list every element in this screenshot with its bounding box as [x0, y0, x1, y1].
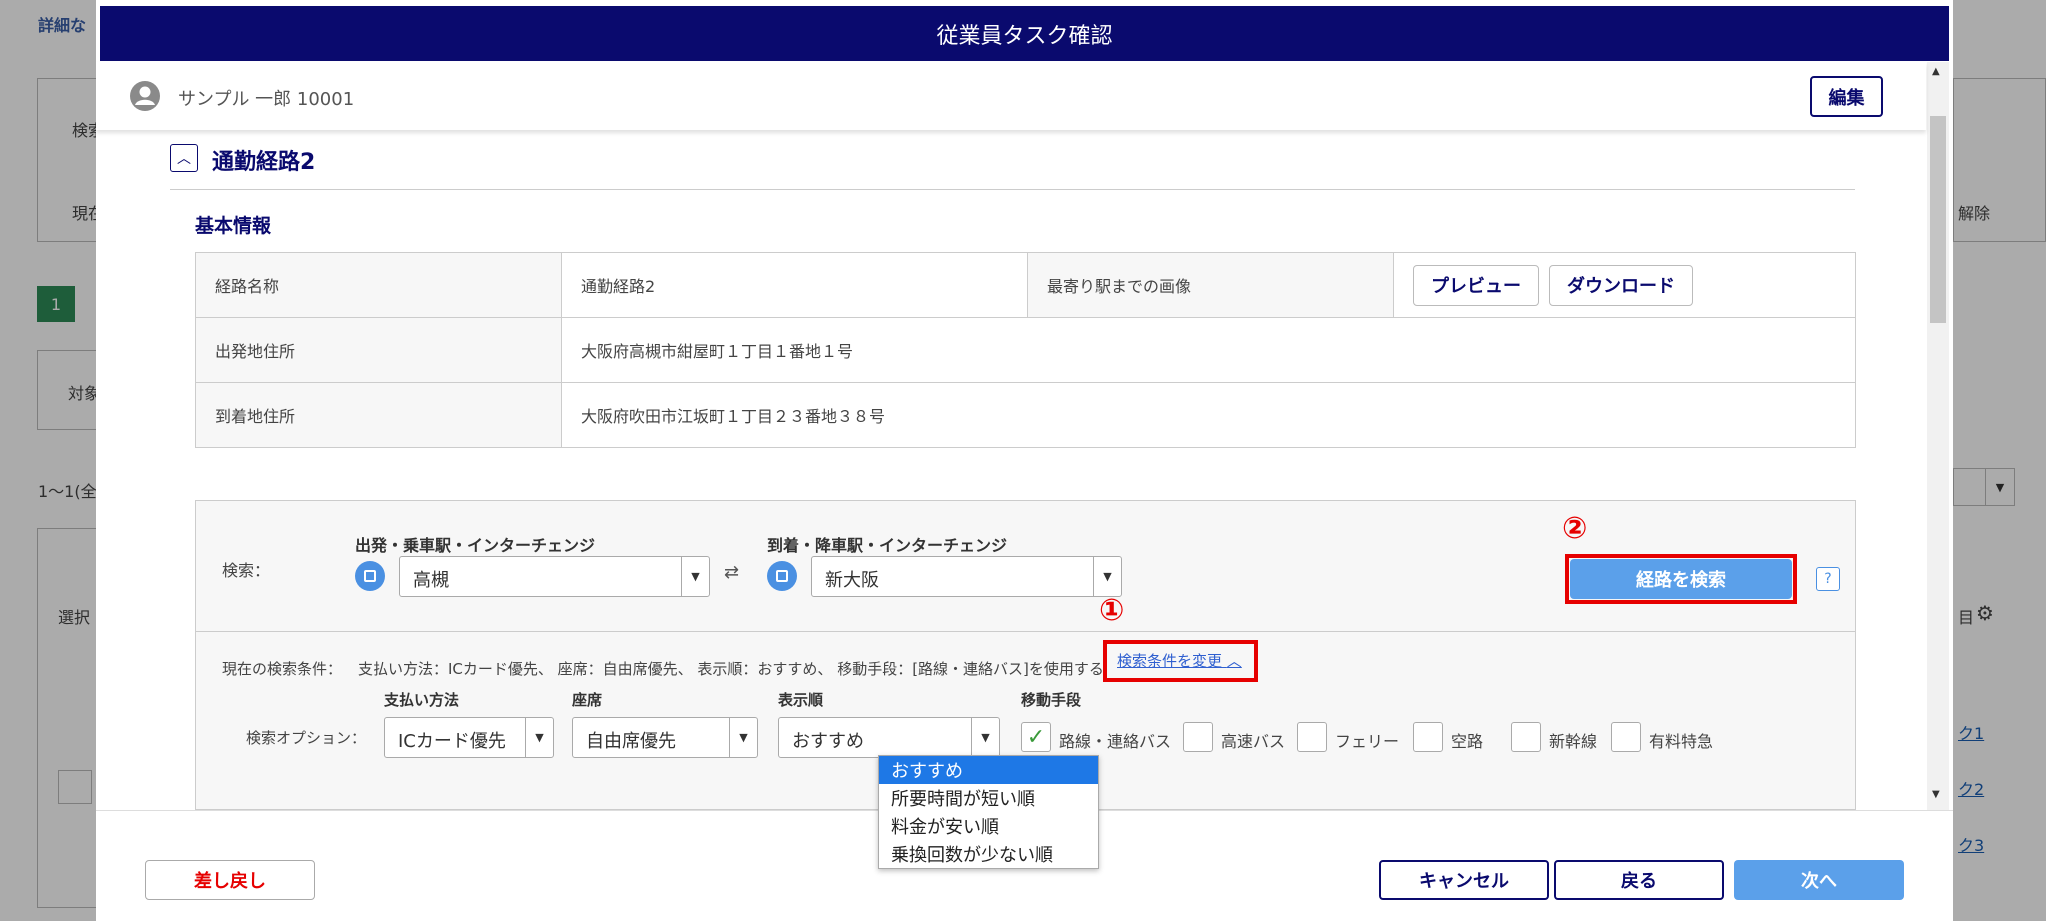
- arrival-value: 大阪府吹田市江坂町１丁目２３番地３８号: [561, 382, 1856, 448]
- chevron-down-icon[interactable]: ▼: [681, 557, 709, 596]
- search-label: 検索：: [222, 561, 271, 580]
- transport-label-limited-express: 有料特急: [1649, 732, 1714, 751]
- order-label: 表示順: [778, 691, 824, 709]
- search-divider: [196, 631, 1855, 632]
- to-station-select[interactable]: 新大阪 ▼: [811, 556, 1122, 597]
- change-conditions-label: 検索条件を変更: [1117, 652, 1223, 670]
- transport-label-shinkansen: 新幹線: [1549, 732, 1598, 751]
- scroll-down-icon[interactable]: ▼: [1932, 789, 1940, 800]
- from-station-label: 出発・乗車駅・インターチェンジ: [355, 536, 596, 555]
- image-label: 最寄り駅までの画像: [1027, 252, 1394, 318]
- checkbox-limited-express[interactable]: [1611, 722, 1641, 752]
- dropdown-option-recommended[interactable]: おすすめ: [879, 756, 1098, 784]
- modal-content: ︿ 通勤経路2 基本情報 経路名称 通勤経路2 最寄り駅までの画像 プレビューダ…: [96, 130, 1926, 810]
- order-dropdown-list: おすすめ 所要時間が短い順 料金が安い順 乗換回数が少ない順: [878, 755, 1099, 869]
- departure-label: 出発地住所: [195, 317, 562, 383]
- checkbox-highway-bus[interactable]: [1183, 722, 1213, 752]
- check-icon: ✓: [1026, 724, 1046, 750]
- dropdown-option-fewest-transfers[interactable]: 乗換回数が少ない順: [879, 840, 1098, 868]
- seat-select[interactable]: 自由席優先 ▼: [572, 717, 758, 758]
- to-station-label: 到着・降車駅・インターチェンジ: [767, 536, 1008, 555]
- checkbox-air[interactable]: [1413, 722, 1443, 752]
- seat-label: 座席: [572, 691, 603, 709]
- chevron-down-icon[interactable]: ▼: [1093, 557, 1121, 596]
- scroll-up-icon[interactable]: ▲: [1932, 66, 1940, 77]
- subsection-title: 基本情報: [195, 215, 272, 237]
- next-button[interactable]: 次へ: [1734, 860, 1904, 900]
- current-conditions-text: 支払い方法：ICカード優先、 座席：自由席優先、 表示順：おすすめ、 移動手段：…: [358, 660, 1104, 678]
- preview-button[interactable]: プレビュー: [1413, 264, 1539, 306]
- modal-title: 従業員タスク確認: [100, 6, 1949, 61]
- checkbox-shinkansen[interactable]: [1511, 722, 1541, 752]
- payment-value: ICカード優先: [398, 731, 506, 752]
- order-select[interactable]: おすすめ ▼: [778, 717, 1000, 758]
- checkbox-ferry[interactable]: [1297, 722, 1327, 752]
- dropdown-option-shortest-time[interactable]: 所要時間が短い順: [879, 784, 1098, 812]
- search-options-label: 検索オプション：: [246, 729, 367, 747]
- modal-scrollbar[interactable]: ▲ ▼: [1927, 62, 1949, 810]
- annotation-marker-2: ②: [1562, 511, 1588, 546]
- chevron-down-icon[interactable]: ▼: [729, 718, 757, 757]
- route-name-label: 経路名称: [195, 252, 562, 318]
- to-station-value: 新大阪: [825, 570, 879, 591]
- transport-label-air: 空路: [1451, 732, 1484, 751]
- section-title: 通勤経路2: [212, 150, 316, 175]
- annotation-marker-1: ①: [1099, 593, 1125, 628]
- dropdown-option-cheapest[interactable]: 料金が安い順: [879, 812, 1098, 840]
- user-avatar-icon: [130, 81, 160, 111]
- order-value: おすすめ: [792, 731, 864, 752]
- arrival-label: 到着地住所: [195, 382, 562, 448]
- chevron-up-icon: ︿: [1226, 652, 1242, 670]
- transport-label-ferry: フェリー: [1335, 732, 1400, 751]
- edit-button[interactable]: 編集: [1810, 76, 1883, 117]
- payment-select[interactable]: ICカード優先 ▼: [384, 717, 554, 758]
- chevron-up-icon[interactable]: ︿: [170, 144, 198, 172]
- departure-value: 大阪府高槻市紺屋町１丁目１番地１号: [561, 317, 1856, 383]
- swap-icon[interactable]: ⇄: [724, 562, 739, 583]
- back-button[interactable]: 戻る: [1554, 860, 1724, 900]
- transport-label: 移動手段: [1021, 691, 1082, 709]
- table-row: 出発地住所 大阪府高槻市紺屋町１丁目１番地１号: [195, 317, 1856, 383]
- chevron-down-icon[interactable]: ▼: [971, 718, 999, 757]
- employee-task-modal: 従業員タスク確認 サンプル 一郎 10001 編集 ▲ ▼ ︿ 通勤経路2 基本…: [96, 0, 1953, 921]
- user-name: サンプル 一郎 10001: [178, 89, 355, 110]
- search-route-button[interactable]: 経路を検索: [1570, 559, 1792, 599]
- checkbox-rail-bus[interactable]: ✓: [1021, 722, 1051, 752]
- current-conditions-label: 現在の検索条件：: [222, 660, 343, 678]
- transport-label-rail-bus: 路線・連絡バス: [1059, 732, 1172, 751]
- payment-label: 支払い方法: [384, 691, 460, 709]
- station-icon: [355, 561, 385, 591]
- help-icon[interactable]: ?: [1816, 567, 1840, 591]
- change-conditions-link[interactable]: 検索条件を変更 ︿: [1117, 650, 1242, 671]
- section-divider: [170, 189, 1855, 190]
- image-actions: プレビュー ダウンロード: [1393, 252, 1856, 318]
- reject-button[interactable]: 差し戻し: [145, 860, 315, 900]
- cancel-button[interactable]: キャンセル: [1379, 860, 1549, 900]
- route-name-value: 通勤経路2: [561, 252, 1028, 318]
- table-row: 経路名称 通勤経路2 最寄り駅までの画像 プレビュー ダウンロード: [195, 252, 1856, 318]
- scroll-thumb[interactable]: [1930, 116, 1946, 323]
- download-button[interactable]: ダウンロード: [1549, 264, 1693, 306]
- user-bar: サンプル 一郎 10001 編集: [96, 62, 1926, 130]
- station-icon: [767, 561, 797, 591]
- seat-value: 自由席優先: [586, 731, 676, 752]
- basic-info-table: 経路名称 通勤経路2 最寄り駅までの画像 プレビュー ダウンロード 出発地住所 大…: [195, 252, 1856, 448]
- from-station-value: 高槻: [413, 570, 449, 591]
- chevron-down-icon[interactable]: ▼: [525, 718, 553, 757]
- transport-label-highway-bus: 高速バス: [1221, 732, 1286, 751]
- from-station-select[interactable]: 高槻 ▼: [399, 556, 710, 597]
- table-row: 到着地住所 大阪府吹田市江坂町１丁目２３番地３８号: [195, 382, 1856, 448]
